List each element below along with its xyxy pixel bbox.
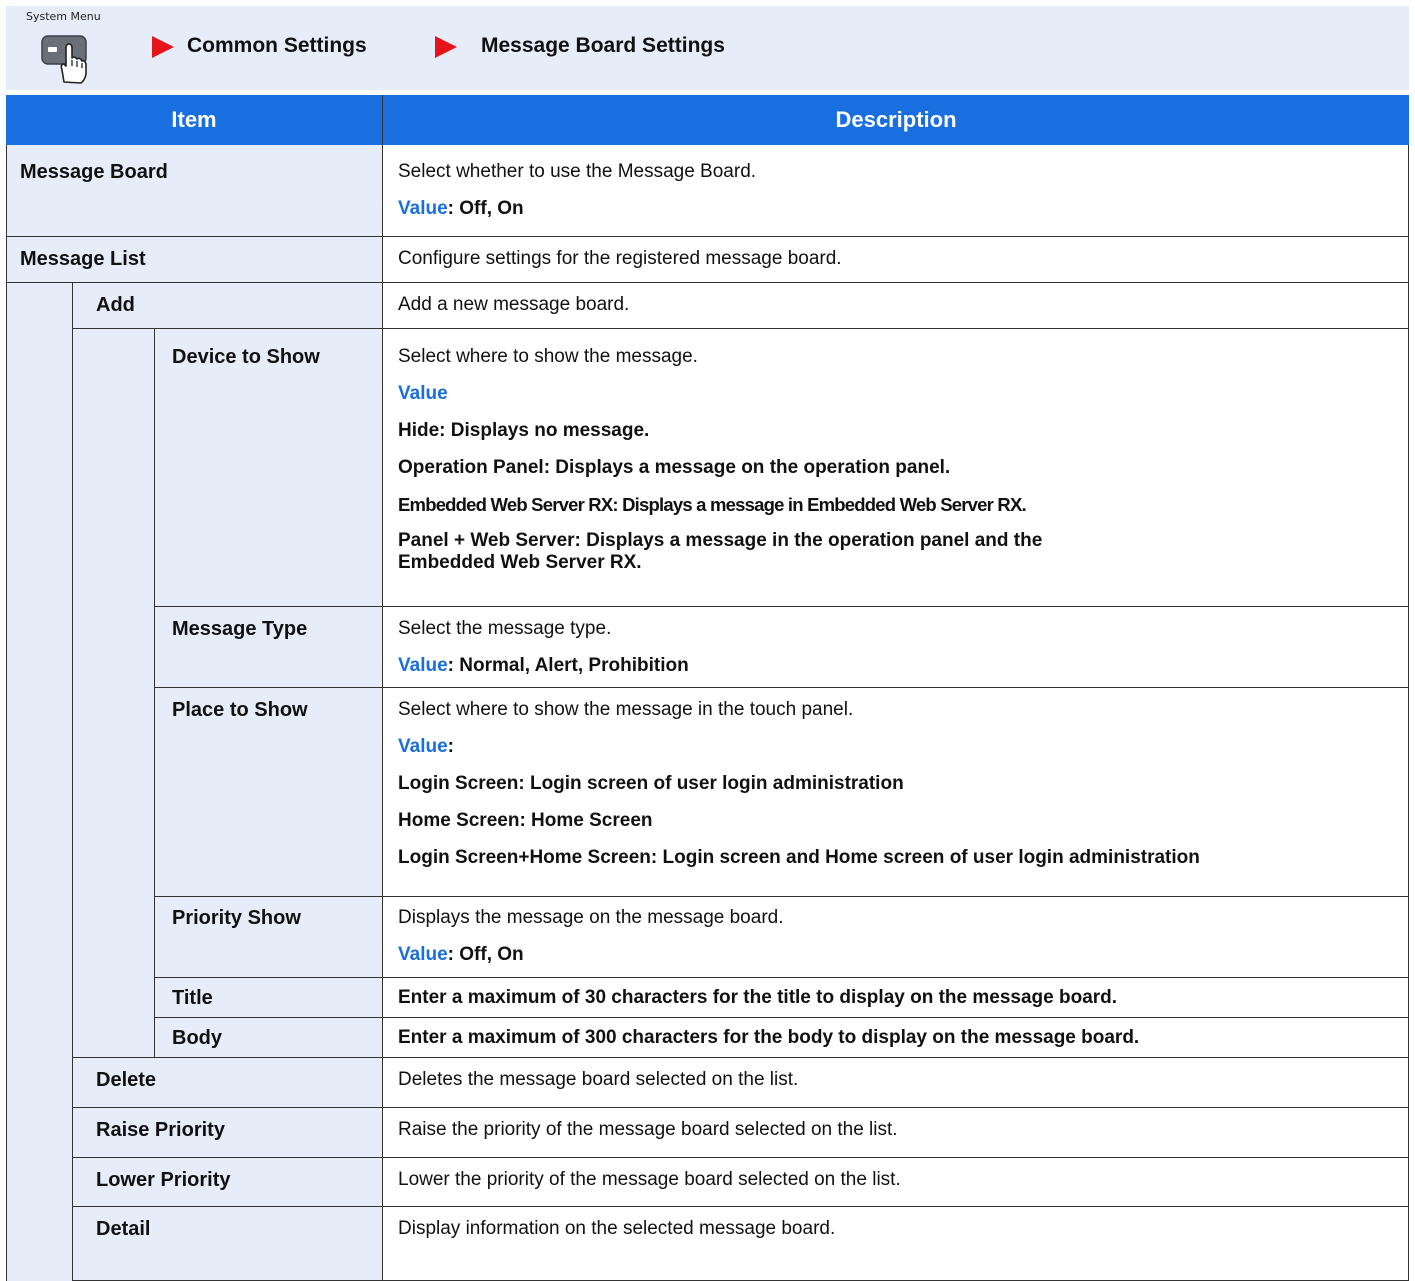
item-message-list: Message List xyxy=(20,248,146,270)
value-text: : xyxy=(447,736,454,757)
system-menu-label: System Menu xyxy=(26,10,101,23)
item-bg-indent-1 xyxy=(6,282,72,1281)
desc-add: Add a new message board. xyxy=(398,294,630,315)
value-line: Value: xyxy=(398,735,1200,772)
divider xyxy=(154,606,1409,607)
item-device-to-show: Device to Show xyxy=(172,346,320,368)
value-label: Value xyxy=(398,736,448,757)
breadcrumb-arrow-1 xyxy=(152,36,174,58)
breadcrumb-arrow-2 xyxy=(435,36,457,58)
desc-title: Enter a maximum of 30 characters for the… xyxy=(398,987,1118,1008)
value-label: Value xyxy=(398,198,448,219)
system-menu-key: System Menu xyxy=(18,10,128,96)
desc-device-to-show: Select where to show the message. Value … xyxy=(383,329,1042,574)
option-panel-web-server: Panel + Web Server: Displays a message i… xyxy=(398,530,1042,574)
option-home-screen: Home Screen: Home Screen xyxy=(398,810,653,831)
item-message-board: Message Board xyxy=(20,161,168,183)
desc-text: Displays the message on the message boar… xyxy=(398,907,784,928)
option-embedded-web-server: Embedded Web Server RX: Displays a messa… xyxy=(398,494,1027,515)
column-header-item: Item xyxy=(6,95,382,145)
settings-table: Item Description Message Board Message L… xyxy=(6,95,1409,1281)
divider xyxy=(154,329,155,1057)
breadcrumb-message-board-settings[interactable]: Message Board Settings xyxy=(481,34,725,58)
item-raise-priority: Raise Priority xyxy=(96,1119,225,1141)
item-add: Add xyxy=(96,294,135,316)
desc-raise-priority: Raise the priority of the message board … xyxy=(398,1119,898,1140)
desc-detail: Display information on the selected mess… xyxy=(398,1218,836,1239)
option-line: Embedded Web Server RX. xyxy=(398,552,642,573)
value-line: Value: Off, On xyxy=(398,943,784,980)
desc-text: Select where to show the message. xyxy=(398,346,698,367)
column-header-description: Description xyxy=(383,95,1409,145)
item-body: Body xyxy=(172,1027,222,1049)
option-line: Panel + Web Server: Displays a message i… xyxy=(398,530,1043,551)
item-lower-priority: Lower Priority xyxy=(96,1169,231,1191)
desc-place-to-show: Select where to show the message in the … xyxy=(383,688,1200,883)
desc-text: Select the message type. xyxy=(398,618,612,639)
desc-text: Select whether to use the Message Board. xyxy=(398,161,757,182)
value-label: Value xyxy=(398,655,448,676)
breadcrumb-common-settings[interactable]: Common Settings xyxy=(187,34,367,58)
item-priority-show: Priority Show xyxy=(172,907,301,929)
item-detail: Detail xyxy=(96,1218,151,1240)
desc-message-list: Configure settings for the registered me… xyxy=(398,248,842,269)
value-label: Value xyxy=(398,944,448,965)
value-line: Value: Off, On xyxy=(398,197,756,234)
item-title: Title xyxy=(172,987,213,1009)
value-text: : Off, On xyxy=(447,944,524,965)
option-operation-panel: Operation Panel: Displays a message on t… xyxy=(398,457,951,478)
option-login-screen: Login Screen: Login screen of user login… xyxy=(398,773,904,794)
divider xyxy=(72,283,73,1281)
divider xyxy=(6,145,7,1281)
value-line: Value: Normal, Alert, Prohibition xyxy=(398,654,689,691)
breadcrumb: System Menu Common Settings Message Boar… xyxy=(6,6,1409,90)
item-bg-indent-2 xyxy=(72,328,154,1057)
hand-press-key-icon xyxy=(41,35,87,84)
divider xyxy=(1408,145,1409,1281)
option-login-home-screen: Login Screen+Home Screen: Login screen a… xyxy=(398,847,1200,868)
option-hide: Hide: Displays no message. xyxy=(398,420,650,441)
value-text: : Off, On xyxy=(447,198,524,219)
desc-message-type: Select the message type. Value: Normal, … xyxy=(383,607,689,691)
value-text: : Normal, Alert, Prohibition xyxy=(447,655,689,676)
desc-delete: Deletes the message board selected on th… xyxy=(398,1069,799,1090)
desc-priority-show: Displays the message on the message boar… xyxy=(383,897,784,980)
desc-message-board: Select whether to use the Message Board.… xyxy=(383,145,756,234)
desc-text: Select where to show the message in the … xyxy=(398,699,854,720)
desc-body: Enter a maximum of 300 characters for th… xyxy=(398,1027,1140,1048)
item-message-type: Message Type xyxy=(172,618,308,640)
value-label: Value xyxy=(398,383,448,404)
item-delete: Delete xyxy=(96,1069,157,1091)
item-place-to-show: Place to Show xyxy=(172,699,308,721)
desc-lower-priority: Lower the priority of the message board … xyxy=(398,1169,901,1190)
divider xyxy=(6,282,1409,283)
